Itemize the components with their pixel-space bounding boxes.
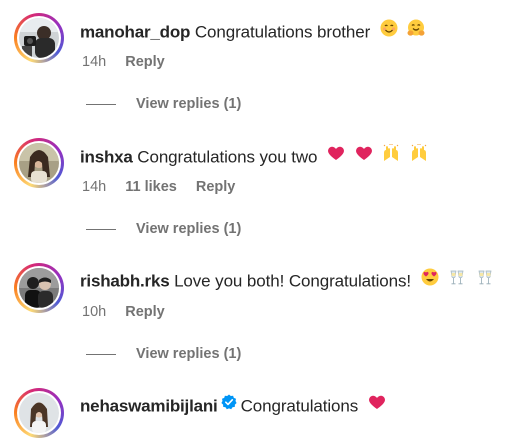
hugging-face-emoji [407, 19, 425, 43]
comment-timestamp: 10h [82, 304, 107, 320]
avatar[interactable] [14, 138, 64, 188]
reply-button[interactable]: Reply [125, 54, 165, 70]
red-heart-emoji [355, 144, 373, 168]
comment-timestamp: 14h [82, 179, 107, 195]
replies-divider [86, 354, 116, 355]
reply-button[interactable]: Reply [125, 304, 165, 320]
avatar[interactable] [14, 388, 64, 438]
avatar[interactable] [14, 263, 64, 313]
like-count[interactable]: 11 likes [125, 179, 177, 195]
red-heart-emoji [368, 393, 386, 417]
comment-text: Congratulations [240, 396, 359, 416]
comment-username[interactable]: manohar_dop [80, 22, 190, 41]
heart-eyes-emoji [421, 268, 439, 292]
comment-username[interactable]: inshxa [80, 147, 133, 166]
raising-hands-emoji [410, 144, 428, 168]
comment-text: Love you both! Congratulations! [174, 271, 412, 291]
comment-timestamp: 14h [82, 54, 107, 70]
comment-username[interactable]: nehaswamibijlani [80, 396, 218, 415]
comment-text: Congratulations you two [137, 147, 318, 167]
clinking-glasses-emoji [448, 268, 466, 292]
red-heart-emoji [327, 144, 345, 168]
smiling-face-emoji [380, 19, 398, 43]
reply-button[interactable]: Reply [196, 179, 236, 195]
verified-badge-icon [220, 394, 237, 416]
view-replies-label[interactable]: View replies (1) [136, 220, 241, 238]
view-replies-label[interactable]: View replies (1) [136, 95, 241, 113]
comment-text: Congratulations brother [194, 22, 371, 42]
comment-username[interactable]: rishabh.rks [80, 271, 170, 290]
view-replies-label[interactable]: View replies (1) [136, 345, 241, 363]
replies-divider [86, 104, 116, 105]
replies-divider [86, 229, 116, 230]
raising-hands-emoji [382, 144, 400, 168]
avatar[interactable] [14, 13, 64, 63]
clinking-glasses-emoji [476, 268, 494, 292]
